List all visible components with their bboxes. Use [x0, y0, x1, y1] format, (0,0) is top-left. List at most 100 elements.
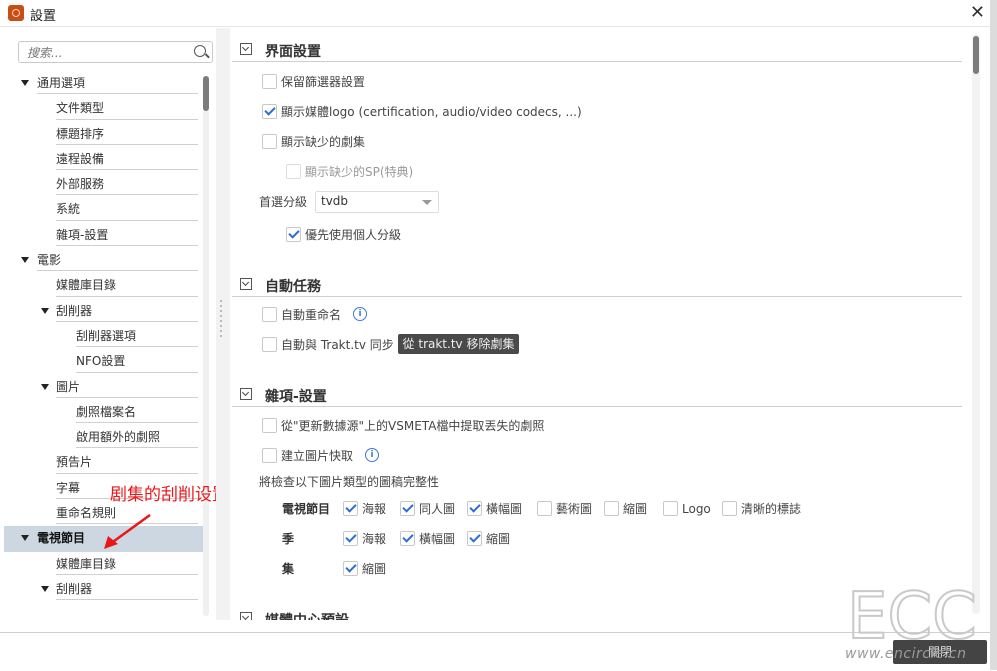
sidebar-item[interactable]: 媒體庫目錄: [4, 273, 204, 298]
pane-splitter[interactable]: [216, 28, 230, 620]
artwork-checkbox[interactable]: [604, 501, 619, 516]
splitter-grip-icon[interactable]: [220, 300, 222, 340]
option-label: 顯示媒體logo (certification, audio/video cod…: [281, 105, 582, 119]
section-title: 自動任務: [265, 279, 321, 295]
sidebar-item[interactable]: 刮削器: [4, 577, 204, 602]
sidebar-scrollbar-track[interactable]: [203, 76, 209, 616]
app-logo-icon: [8, 5, 24, 21]
show-missing-sp-checkbox[interactable]: [286, 164, 301, 179]
sidebar-item[interactable]: 標題排序: [4, 122, 204, 147]
sidebar-scrollbar-thumb[interactable]: [203, 76, 209, 111]
sidebar-item[interactable]: 刮削器選項: [4, 324, 204, 349]
sidebar-item[interactable]: 通用選項: [4, 71, 204, 96]
item-divider: [76, 346, 198, 348]
title-bar: 設置 ✕: [0, 0, 997, 27]
artwork-checkbox[interactable]: [537, 501, 552, 516]
section-header-auto[interactable]: 自動任務: [232, 274, 962, 297]
item-divider: [56, 169, 198, 171]
artwork-checkbox[interactable]: [400, 531, 415, 546]
close-window-icon[interactable]: ✕: [970, 2, 985, 23]
content-scrollbar-thumb[interactable]: [973, 36, 979, 74]
artwork-checkbox[interactable]: [343, 501, 358, 516]
option-label: 清晰的標誌: [741, 502, 802, 516]
item-divider: [56, 599, 198, 601]
prefer-personal-checkbox[interactable]: [286, 227, 301, 242]
artwork-checkbox[interactable]: [343, 531, 358, 546]
rating-select[interactable]: tvdb: [315, 191, 439, 213]
sidebar-item[interactable]: 啟用額外的劇照: [4, 425, 204, 450]
item-divider: [76, 422, 198, 424]
season-row-label: 季: [282, 532, 295, 546]
expand-caret-icon[interactable]: [21, 535, 29, 542]
artwork-checkbox[interactable]: [467, 531, 482, 546]
section-title: 雜項-設置: [265, 389, 327, 405]
sidebar-item[interactable]: 劇照檔案名: [4, 400, 204, 425]
artwork-checkbox[interactable]: [663, 501, 678, 516]
sidebar-item-label: NFO設置: [76, 354, 126, 369]
option-label: 橫幅圖: [486, 502, 523, 516]
section-title: 媒體中心預設: [265, 610, 349, 620]
vsmeta-checkbox[interactable]: [262, 418, 277, 433]
search-input[interactable]: [25, 44, 189, 62]
option-label: 同人圖: [419, 502, 456, 516]
item-divider: [56, 245, 198, 247]
expand-caret-icon[interactable]: [41, 307, 49, 314]
collapse-icon[interactable]: [240, 278, 252, 290]
item-divider: [56, 396, 198, 398]
section-header-ui[interactable]: 界面設置: [232, 39, 962, 62]
sidebar-item[interactable]: 刮削器: [4, 299, 204, 324]
option-label: 從"更新數據源"上的VSMETA檔中提取丟失的劇照: [281, 419, 545, 433]
expand-caret-icon[interactable]: [21, 80, 29, 86]
annotation-arrow-icon: [104, 513, 151, 549]
image-cache-checkbox[interactable]: [262, 448, 277, 463]
sidebar-item-label: 圖片: [56, 379, 81, 394]
sidebar-item-label: 電影: [37, 253, 62, 268]
option-label: 自動與 Trakt.tv 同步: [281, 338, 394, 352]
trakt-remove-button[interactable]: 從 trakt.tv 移除劇集: [398, 334, 519, 354]
sidebar-item[interactable]: 媒體庫目錄: [4, 552, 204, 577]
sidebar-item[interactable]: 文件類型: [4, 96, 204, 121]
section-header-misc[interactable]: 雜項-設置: [232, 384, 962, 407]
sidebar-item[interactable]: 系統: [4, 197, 204, 222]
sidebar-item[interactable]: 電影: [4, 248, 204, 273]
collapse-icon[interactable]: [240, 612, 252, 620]
sidebar-item-label: 媒體庫目錄: [56, 556, 117, 571]
sidebar-item[interactable]: 外部服務: [4, 172, 204, 197]
artwork-checkbox[interactable]: [722, 501, 737, 516]
artwork-checkbox[interactable]: [343, 561, 358, 576]
sidebar-item[interactable]: 雜項-設置: [4, 223, 204, 248]
check-artwork-label: 將檢查以下圖片類型的圖稿完整性: [259, 475, 440, 489]
search-icon[interactable]: [194, 45, 206, 57]
sidebar-item[interactable]: 遠程設備: [4, 147, 204, 172]
episode-row-label: 集: [282, 562, 295, 576]
watermark-url: www.encircle.cn: [845, 646, 967, 662]
collapse-icon[interactable]: [240, 388, 252, 400]
sidebar-item[interactable]: NFO設置: [4, 349, 204, 374]
collapse-icon[interactable]: [240, 43, 252, 55]
sidebar-item[interactable]: 圖片: [4, 375, 204, 400]
keep-filter-checkbox[interactable]: [262, 74, 277, 89]
option-label: 優先使用個人分級: [305, 228, 402, 242]
content-scrollbar-track[interactable]: [972, 34, 980, 614]
info-icon[interactable]: i: [353, 307, 367, 321]
auto-rename-checkbox[interactable]: [262, 307, 277, 322]
item-divider: [56, 219, 198, 221]
expand-caret-icon[interactable]: [21, 257, 29, 264]
option-label: 縮圖: [623, 502, 648, 516]
artwork-checkbox[interactable]: [467, 501, 482, 516]
show-logo-checkbox[interactable]: [262, 104, 277, 119]
sidebar-item-label: 標題排序: [56, 126, 105, 141]
option-label: 顯示缺少的SP(特典): [305, 165, 414, 179]
expand-caret-icon[interactable]: [41, 383, 49, 390]
search-box[interactable]: [18, 41, 213, 63]
option-label: 藝術圖: [556, 502, 593, 516]
sidebar-item-label: 媒體庫目錄: [56, 278, 117, 293]
item-divider: [56, 472, 198, 474]
info-icon[interactable]: i: [365, 448, 379, 462]
expand-caret-icon[interactable]: [41, 585, 49, 592]
option-label: 縮圖: [362, 562, 387, 576]
trakt-sync-checkbox[interactable]: [262, 337, 277, 352]
sidebar-item[interactable]: 預告片: [4, 450, 204, 475]
artwork-checkbox[interactable]: [400, 501, 415, 516]
show-missing-checkbox[interactable]: [262, 134, 277, 149]
